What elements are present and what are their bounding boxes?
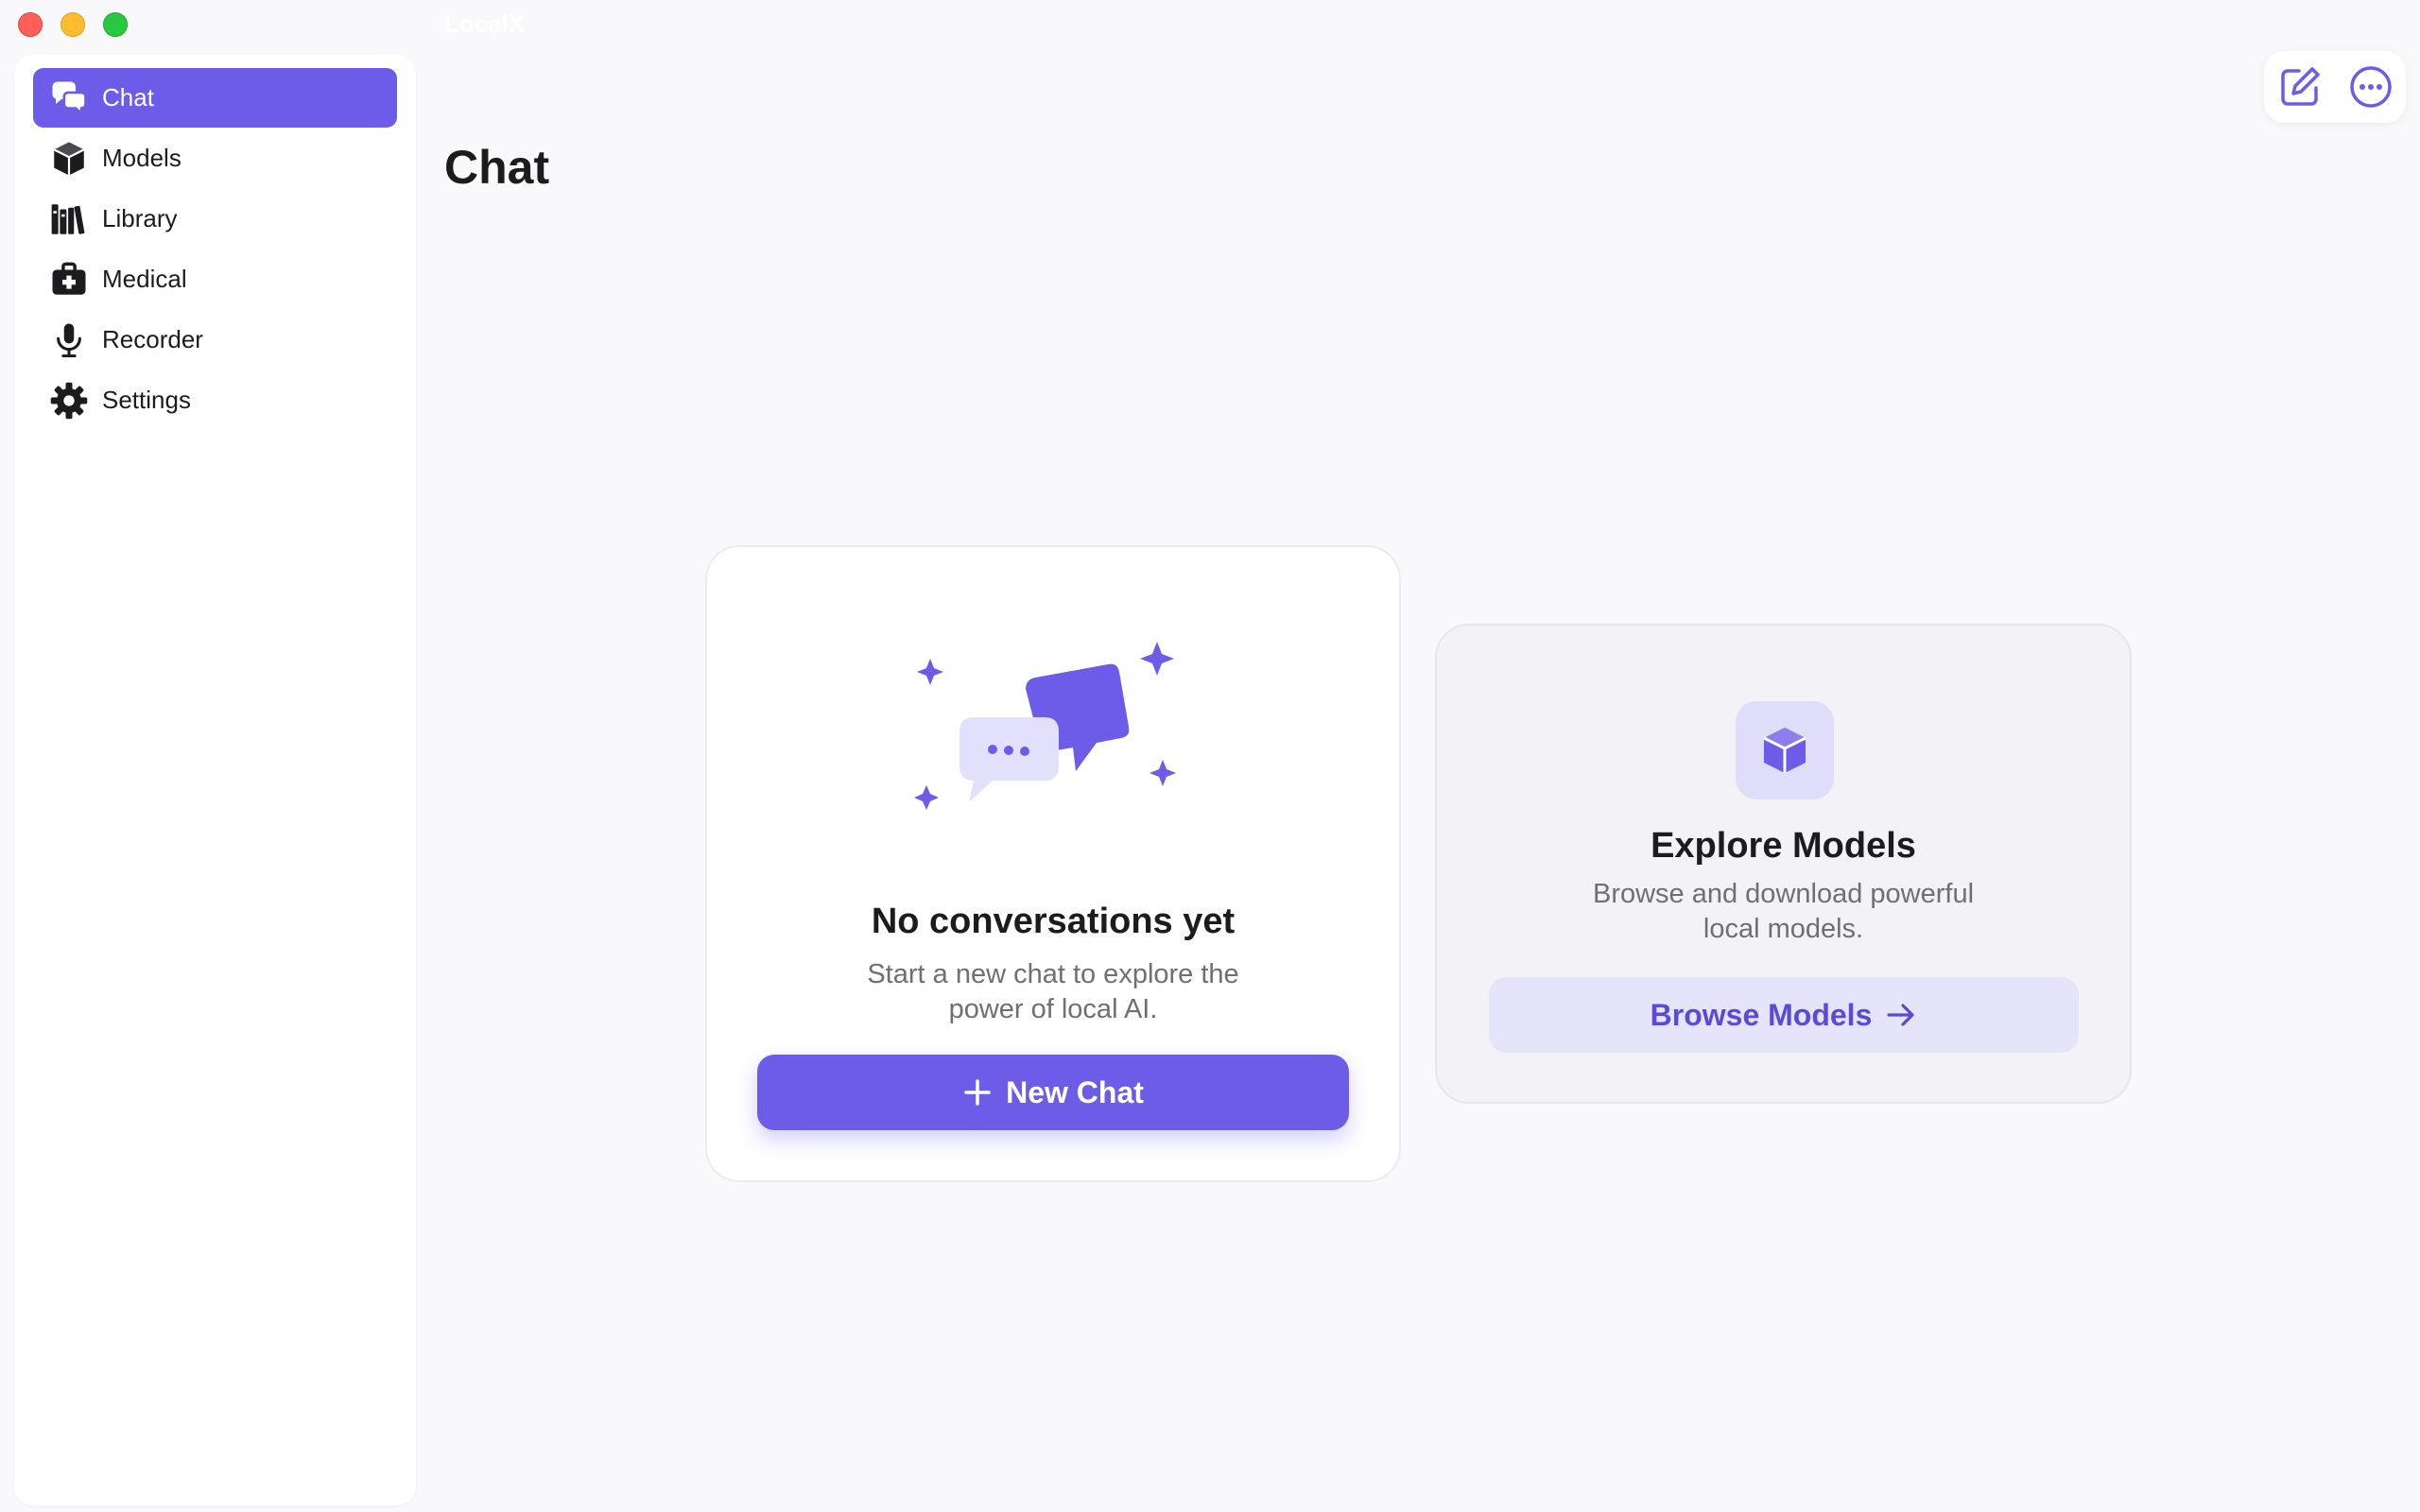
empty-conversations-card: No conversations yet Start a new chat to… — [705, 545, 1401, 1182]
zoom-window-button[interactable] — [103, 12, 128, 37]
minimize-window-button[interactable] — [60, 12, 85, 37]
chat-bubbles-icon — [46, 76, 92, 121]
sidebar-item-models[interactable]: Models — [33, 129, 397, 188]
app-name: LocalX — [444, 9, 526, 38]
empty-state-description: Start a new chat to explore the power of… — [867, 959, 1239, 1024]
compose-button[interactable] — [2276, 63, 2324, 111]
plus-icon — [964, 1079, 991, 1106]
sidebar-item-library[interactable]: Library — [33, 189, 397, 249]
more-button[interactable] — [2347, 63, 2394, 111]
page-title: Chat — [444, 141, 550, 194]
cube-icon — [1763, 728, 1806, 773]
cube-icon — [46, 136, 92, 181]
sidebar-item-recorder[interactable]: Recorder — [33, 310, 397, 369]
explore-models-card: Explore Models Browse and download power… — [1435, 624, 2132, 1104]
sidebar-item-label: Chat — [102, 83, 154, 112]
sidebar: Chat Models Library Medical Recorder Set… — [14, 55, 416, 1505]
empty-state-title: No conversations yet — [871, 902, 1236, 941]
sidebar-nav: Chat Models Library Medical Recorder Set… — [14, 55, 416, 444]
explore-models-title: Explore Models — [1651, 826, 1916, 866]
sidebar-item-label: Recorder — [102, 325, 203, 353]
browse-models-button[interactable]: Browse Models — [1489, 977, 2079, 1053]
sidebar-item-medical[interactable]: Medical — [33, 249, 397, 309]
sidebar-item-label: Settings — [102, 386, 191, 414]
new-chat-button[interactable]: New Chat — [757, 1055, 1349, 1130]
models-badge — [1736, 701, 1834, 799]
explore-models-description: Browse and download powerful local model… — [1592, 879, 1975, 944]
window-controls — [18, 12, 128, 37]
sidebar-item-label: Models — [102, 144, 182, 172]
more-icon — [2349, 66, 2392, 108]
gear-icon — [46, 378, 92, 423]
microphone-icon — [46, 318, 92, 363]
medical-kit-icon — [46, 257, 92, 302]
sidebar-item-chat[interactable]: Chat — [33, 68, 397, 128]
top-toolbar — [2264, 51, 2406, 123]
browse-models-label: Browse Models — [1650, 997, 1873, 1032]
books-icon — [46, 197, 92, 242]
sidebar-item-label: Library — [102, 204, 178, 232]
new-chat-label: New Chat — [1006, 1074, 1144, 1109]
sidebar-item-settings[interactable]: Settings — [33, 370, 397, 430]
arrow-right-icon — [1887, 1004, 1914, 1026]
close-window-button[interactable] — [18, 12, 43, 37]
sidebar-item-label: Medical — [102, 265, 187, 293]
chat-illustration-icon — [914, 642, 1176, 810]
compose-icon — [2280, 67, 2320, 106]
